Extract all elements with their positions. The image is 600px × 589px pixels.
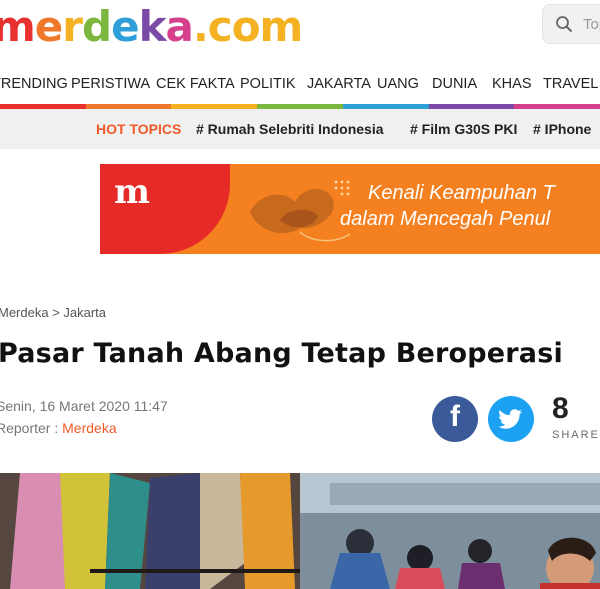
- hot-topics-bar: HOT TOPICS # Rumah Selebriti Indonesia #…: [0, 109, 600, 149]
- breadcrumb[interactable]: Merdeka > Jakarta: [0, 305, 106, 320]
- nav-item-jakarta[interactable]: JAKARTA: [307, 64, 371, 106]
- share-label: SHARES: [552, 429, 600, 441]
- hot-topic-link[interactable]: # Film G30S PKI: [410, 121, 517, 137]
- nav-item-peristiwa[interactable]: PERISTIWA: [71, 64, 150, 106]
- nav-item-trending[interactable]: TRENDING: [0, 64, 68, 106]
- article-title: Pasar Tanah Abang Tetap Beroperasi: [0, 338, 563, 369]
- ad-banner[interactable]: m Kenali Keampuhan T dalam Mencegah Penu…: [100, 164, 600, 254]
- nav-item-khas[interactable]: KHAS: [492, 64, 532, 106]
- nav-item-cek-fakta[interactable]: CEK FAKTA: [156, 64, 235, 106]
- hot-topic-link[interactable]: # IPhone: [533, 121, 591, 137]
- logo-letter: e: [111, 2, 139, 51]
- nav-item-politik[interactable]: POLITIK: [240, 64, 296, 106]
- logo-letter: e: [34, 2, 63, 51]
- facebook-share-button[interactable]: f: [432, 396, 478, 442]
- nav-item-travel[interactable]: TRAVEL: [543, 64, 598, 106]
- banner-line-1: Kenali Keampuhan T: [368, 182, 555, 204]
- share-count: 8: [552, 392, 569, 425]
- logo-letter: d: [81, 2, 112, 51]
- banner-line-2: dalam Mencegah Penul: [340, 208, 551, 230]
- logo-letter: a: [165, 2, 194, 51]
- reporter-name-link[interactable]: Merdeka: [62, 420, 116, 436]
- facebook-icon: f: [450, 400, 460, 433]
- article-reporter: Reporter : Merdeka: [0, 420, 117, 436]
- banner-logo: m: [114, 172, 150, 212]
- logo-letter: .com: [192, 2, 303, 51]
- article-photo: [0, 473, 600, 589]
- market-scene-image: [0, 473, 600, 589]
- search-icon: [556, 16, 573, 33]
- nav-item-dunia[interactable]: DUNIA: [432, 64, 477, 106]
- reporter-label: Reporter :: [0, 420, 63, 436]
- logo-letter: m: [0, 2, 36, 51]
- search-input[interactable]: Topik: [542, 4, 600, 44]
- logo-letter: k: [138, 2, 167, 51]
- article-date: Senin, 16 Maret 2020 11:47: [0, 398, 168, 414]
- search-placeholder: Topik: [583, 16, 600, 33]
- nav-item-uang[interactable]: UANG: [377, 64, 419, 106]
- logo-letter: r: [62, 2, 83, 51]
- site-header: merdeka.com Topik: [0, 0, 600, 64]
- site-logo[interactable]: merdeka.com: [0, 2, 303, 52]
- main-nav: TRENDING PERISTIWA CEK FAKTA POLITIK JAK…: [0, 64, 600, 106]
- hot-topic-link[interactable]: # Rumah Selebriti Indonesia: [196, 121, 384, 137]
- twitter-share-button[interactable]: [488, 396, 534, 442]
- hot-topics-label: HOT TOPICS: [96, 121, 182, 137]
- twitter-icon: [498, 409, 522, 429]
